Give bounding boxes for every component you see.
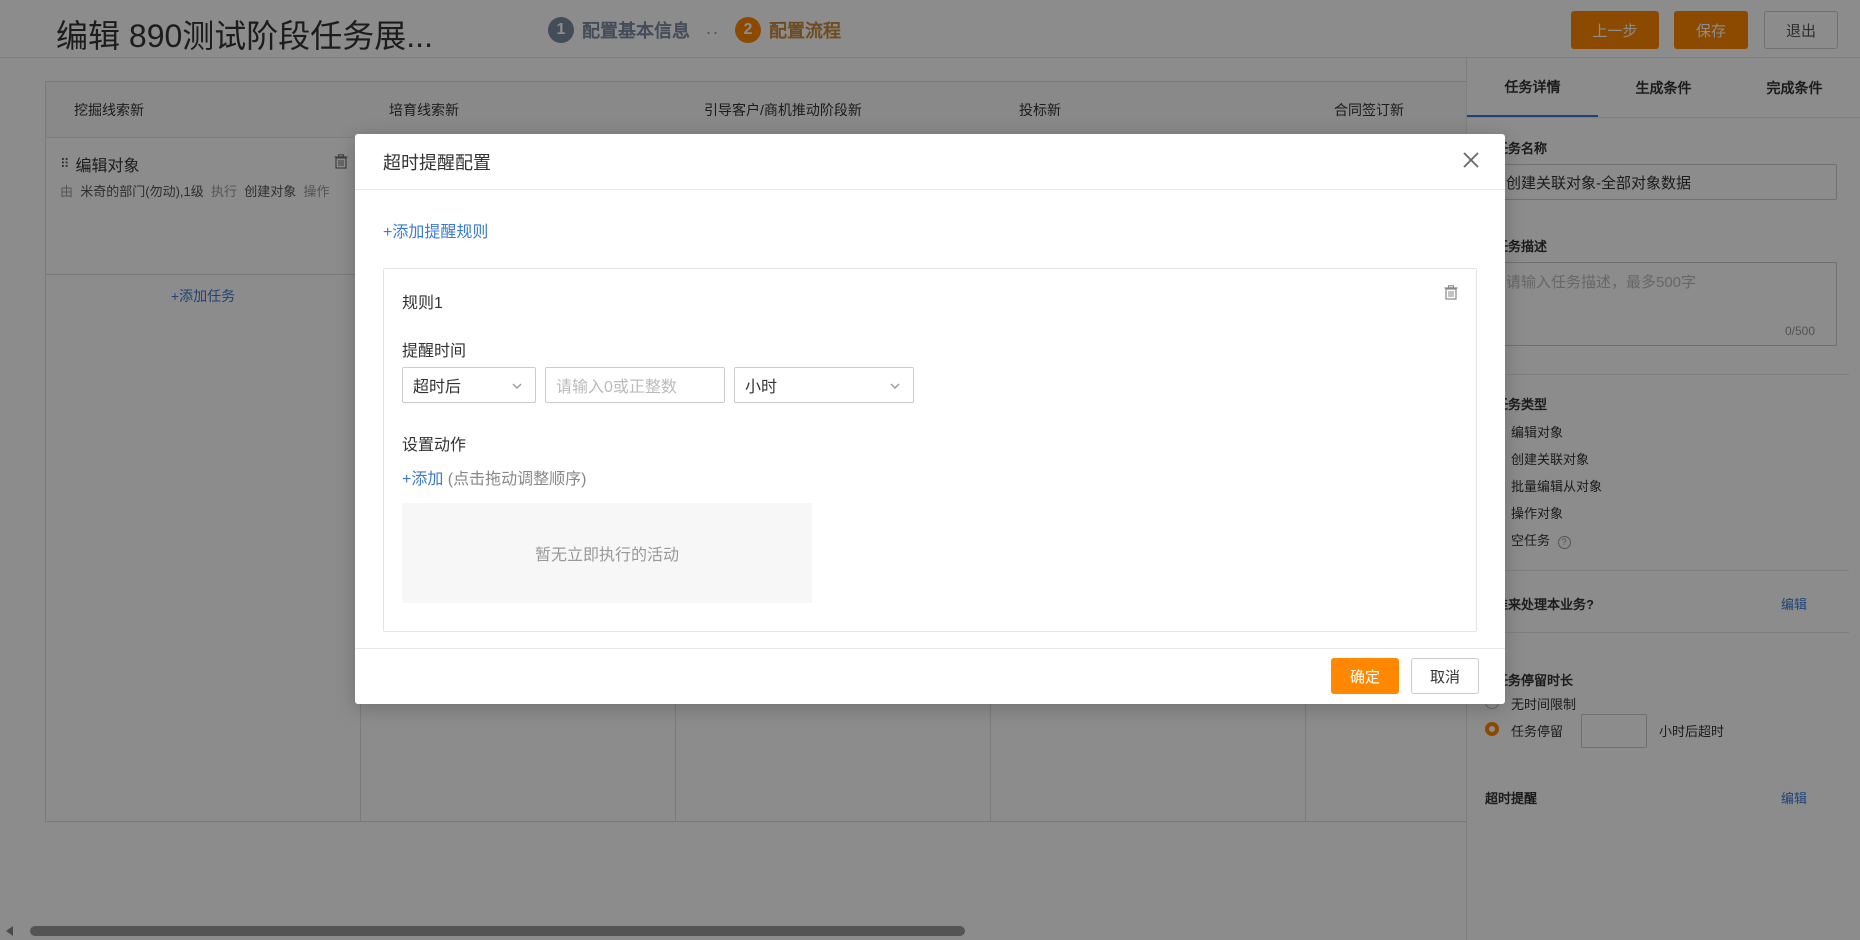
dialog-header: 超时提醒配置 [355, 134, 1505, 190]
empty-actions-placeholder: 暂无立即执行的活动 [402, 503, 812, 603]
set-action-label: 设置动作 [402, 437, 467, 454]
unit-select-value: 小时 [745, 379, 778, 396]
add-action-hint: (点击拖动调整顺序) [443, 471, 587, 488]
chevron-down-icon [511, 379, 523, 397]
add-action-link[interactable]: +添加 [402, 471, 443, 488]
trash-icon[interactable] [1444, 285, 1458, 303]
dialog-title: 超时提醒配置 [383, 152, 491, 173]
timeout-amount-input[interactable]: 请输入0或正整数 [545, 367, 725, 403]
remind-time-label: 提醒时间 [402, 343, 467, 360]
unit-select[interactable]: 小时 [734, 367, 914, 403]
timing-select[interactable]: 超时后 [402, 367, 536, 403]
add-rule-link[interactable]: +添加提醒规则 [383, 218, 488, 242]
add-action-row: +添加 (点击拖动调整顺序) [402, 465, 586, 489]
confirm-button[interactable]: 确定 [1331, 658, 1399, 694]
rule-title: 规则1 [402, 295, 443, 312]
cancel-button[interactable]: 取消 [1411, 658, 1479, 694]
chevron-down-icon [889, 379, 901, 397]
rule-card: 规则1 提醒时间 超时后 请输入0或正整数 小时 设置动作 +添加 (点击拖动调… [383, 268, 1477, 632]
dialog-footer: 确定 取消 [355, 648, 1505, 704]
timing-select-value: 超时后 [413, 379, 462, 396]
close-icon[interactable] [1459, 148, 1483, 172]
timeout-reminder-dialog: 超时提醒配置 +添加提醒规则 规则1 提醒时间 超时后 请输入0或正整数 小时 … [355, 134, 1505, 704]
